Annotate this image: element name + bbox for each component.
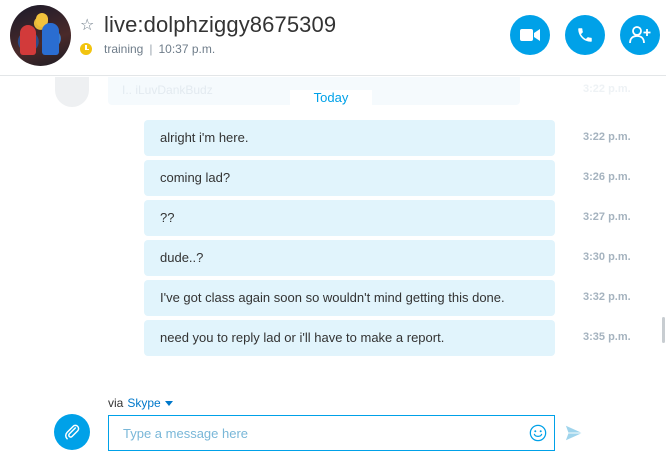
send-via-selector: via Skype <box>108 396 173 410</box>
message-input[interactable] <box>123 424 513 442</box>
via-service-label: Skype <box>127 396 161 410</box>
add-person-icon <box>629 26 651 44</box>
message-bubble[interactable]: dude..? <box>144 240 555 276</box>
message-row[interactable]: I've got class again soon so wouldn't mi… <box>0 280 666 316</box>
conversation-header: ☆ live:dolphziggy8675309 training | 10:3… <box>0 0 666 76</box>
contact-status-row: training | 10:37 p.m. <box>80 42 215 56</box>
message-time: 3:32 p.m. <box>583 291 631 303</box>
send-icon[interactable] <box>565 424 583 442</box>
contact-name[interactable]: live:dolphziggy8675309 <box>104 12 336 38</box>
phone-icon <box>578 28 592 42</box>
video-camera-icon <box>520 29 540 41</box>
star-outline-icon[interactable]: ☆ <box>80 17 96 33</box>
avatar-figure <box>20 25 36 55</box>
message-text: I've got class again soon so wouldn't mi… <box>160 290 505 305</box>
message-text: coming lad? <box>160 170 231 185</box>
avatar-figure <box>42 23 59 55</box>
message-text: alright i'm here. <box>160 130 249 145</box>
status-separator: | <box>149 42 153 56</box>
via-label: via <box>108 396 124 410</box>
emoticon-icon[interactable] <box>529 424 547 442</box>
day-divider: Today <box>290 90 372 105</box>
scrollbar-thumb[interactable] <box>662 317 665 343</box>
faded-avatar <box>55 77 89 107</box>
faded-message-text: I.. iLuvDankBudz <box>122 83 213 97</box>
message-time: 3:22 p.m. <box>583 131 631 143</box>
message-row[interactable]: dude..? 3:30 p.m. <box>0 240 666 276</box>
chevron-down-icon <box>164 400 173 406</box>
message-text: dude..? <box>160 250 204 265</box>
local-time: 10:37 p.m. <box>158 42 216 56</box>
audio-call-button[interactable] <box>565 15 605 55</box>
message-bubble[interactable]: coming lad? <box>144 160 555 196</box>
message-text: ?? <box>160 210 175 225</box>
status-text: training <box>104 42 144 56</box>
contact-avatar[interactable] <box>10 5 71 66</box>
via-service-dropdown[interactable]: Skype <box>127 396 173 410</box>
message-history[interactable]: I.. iLuvDankBudz 3:22 p.m. Today alright… <box>0 77 666 387</box>
add-participant-button[interactable] <box>620 15 660 55</box>
message-time: 3:35 p.m. <box>583 331 631 343</box>
attach-file-button[interactable] <box>54 414 90 450</box>
message-input-container[interactable] <box>108 415 555 451</box>
paperclip-icon <box>64 424 80 440</box>
message-time: 3:27 p.m. <box>583 211 631 223</box>
message-time: 3:30 p.m. <box>583 251 631 263</box>
video-call-button[interactable] <box>510 15 550 55</box>
message-row[interactable]: coming lad? 3:26 p.m. <box>0 160 666 196</box>
message-row[interactable]: need you to reply lad or i'll have to ma… <box>0 320 666 356</box>
message-bubble[interactable]: I've got class again soon so wouldn't mi… <box>144 280 555 316</box>
message-bubble[interactable]: need you to reply lad or i'll have to ma… <box>144 320 555 356</box>
message-bubble[interactable]: ?? <box>144 200 555 236</box>
message-bubble[interactable]: alright i'm here. <box>144 120 555 156</box>
message-text: need you to reply lad or i'll have to ma… <box>160 330 445 345</box>
clock-icon <box>80 43 92 55</box>
message-row[interactable]: ?? 3:27 p.m. <box>0 200 666 236</box>
message-row[interactable]: alright i'm here. 3:22 p.m. <box>0 120 666 156</box>
message-time: 3:26 p.m. <box>583 171 631 183</box>
faded-message-time: 3:22 p.m. <box>583 83 631 95</box>
